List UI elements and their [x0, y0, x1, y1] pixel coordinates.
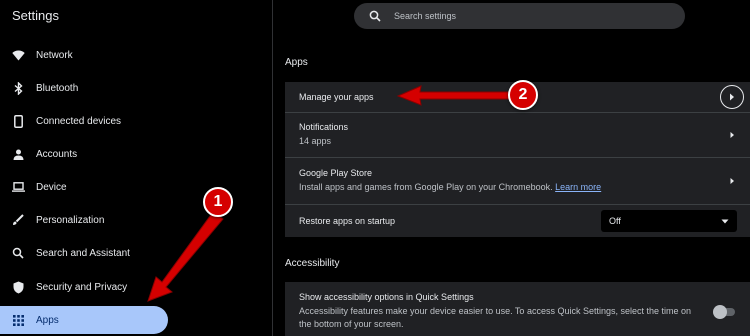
- search-input[interactable]: [394, 11, 654, 21]
- wifi-icon: [11, 48, 25, 62]
- annotation-badge-1: 1: [203, 187, 233, 217]
- play-store-label: Google Play Store: [299, 168, 373, 178]
- quick-settings-description-line1: Accessibility features make your device …: [299, 306, 692, 316]
- sidebar-item-label: Personalization: [36, 214, 105, 226]
- chevron-right-icon: [730, 132, 734, 138]
- sidebar-item-label: Device: [36, 181, 67, 193]
- sidebar-item-device[interactable]: Device: [0, 173, 168, 201]
- sidebar-divider: [272, 0, 273, 336]
- chevron-right-icon: [730, 178, 734, 184]
- apps-section-title: Apps: [285, 57, 308, 68]
- chevron-right-icon: [730, 93, 734, 101]
- app-title: Settings: [12, 8, 59, 23]
- bluetooth-icon: [11, 81, 25, 95]
- accessibility-section-title: Accessibility: [285, 258, 340, 269]
- shield-icon: [11, 280, 25, 294]
- sidebar-item-label: Connected devices: [36, 115, 122, 127]
- restore-apps-row: Restore apps on startup Off: [285, 205, 750, 237]
- search-bar[interactable]: [354, 3, 685, 29]
- notifications-row[interactable]: Notifications 14 apps: [285, 113, 750, 158]
- sidebar-item-security-and-privacy[interactable]: Security and Privacy: [0, 273, 168, 301]
- sidebar-item-label: Bluetooth: [36, 82, 79, 94]
- chevron-down-icon: [721, 219, 729, 223]
- manage-apps-button[interactable]: [720, 85, 744, 109]
- laptop-icon: [11, 180, 25, 194]
- quick-settings-toggle[interactable]: [713, 305, 735, 319]
- sidebar-item-accounts[interactable]: Accounts: [0, 140, 168, 168]
- sidebar-item-label: Apps: [36, 314, 59, 326]
- person-icon: [11, 147, 25, 161]
- accessibility-card: Show accessibility options in Quick Sett…: [285, 282, 750, 336]
- toggle-knob: [713, 305, 727, 319]
- learn-more-link[interactable]: Learn more: [555, 182, 601, 192]
- quick-settings-description-line2: the bottom of your screen.: [299, 319, 404, 329]
- manage-apps-label: Manage your apps: [299, 92, 374, 102]
- sidebar-item-network[interactable]: Network: [0, 41, 168, 69]
- annotation-badge-2: 2: [508, 80, 538, 110]
- sidebar-item-label: Search and Assistant: [36, 247, 130, 259]
- sidebar-item-apps[interactable]: Apps: [0, 306, 168, 334]
- phone-icon: [11, 114, 25, 128]
- sidebar-item-personalization[interactable]: Personalization: [0, 206, 168, 234]
- notifications-count: 14 apps: [299, 136, 332, 146]
- sidebar-item-bluetooth[interactable]: Bluetooth: [0, 74, 168, 102]
- sidebar-item-connected-devices[interactable]: Connected devices: [0, 107, 168, 135]
- sidebar-item-label: Security and Privacy: [36, 281, 128, 293]
- restore-apps-value: Off: [609, 216, 621, 226]
- sidebar-item-search-and-assistant[interactable]: Search and Assistant: [0, 239, 168, 267]
- restore-apps-select[interactable]: Off: [601, 210, 737, 232]
- restore-apps-label: Restore apps on startup: [299, 216, 396, 226]
- notifications-label: Notifications: [299, 122, 349, 132]
- quick-settings-row[interactable]: Show accessibility options in Quick Sett…: [285, 282, 750, 336]
- sidebar-item-label: Accounts: [36, 148, 78, 160]
- apps-grid-icon: [11, 313, 25, 327]
- sidebar-item-label: Network: [36, 49, 73, 61]
- play-store-description-text: Install apps and games from Google Play …: [299, 182, 553, 192]
- quick-settings-label: Show accessibility options in Quick Sett…: [299, 292, 474, 302]
- search-icon: [369, 10, 381, 22]
- play-store-description: Install apps and games from Google Play …: [299, 182, 601, 192]
- brush-icon: [11, 213, 25, 227]
- search-icon: [11, 246, 25, 260]
- play-store-row[interactable]: Google Play Store Install apps and games…: [285, 158, 750, 205]
